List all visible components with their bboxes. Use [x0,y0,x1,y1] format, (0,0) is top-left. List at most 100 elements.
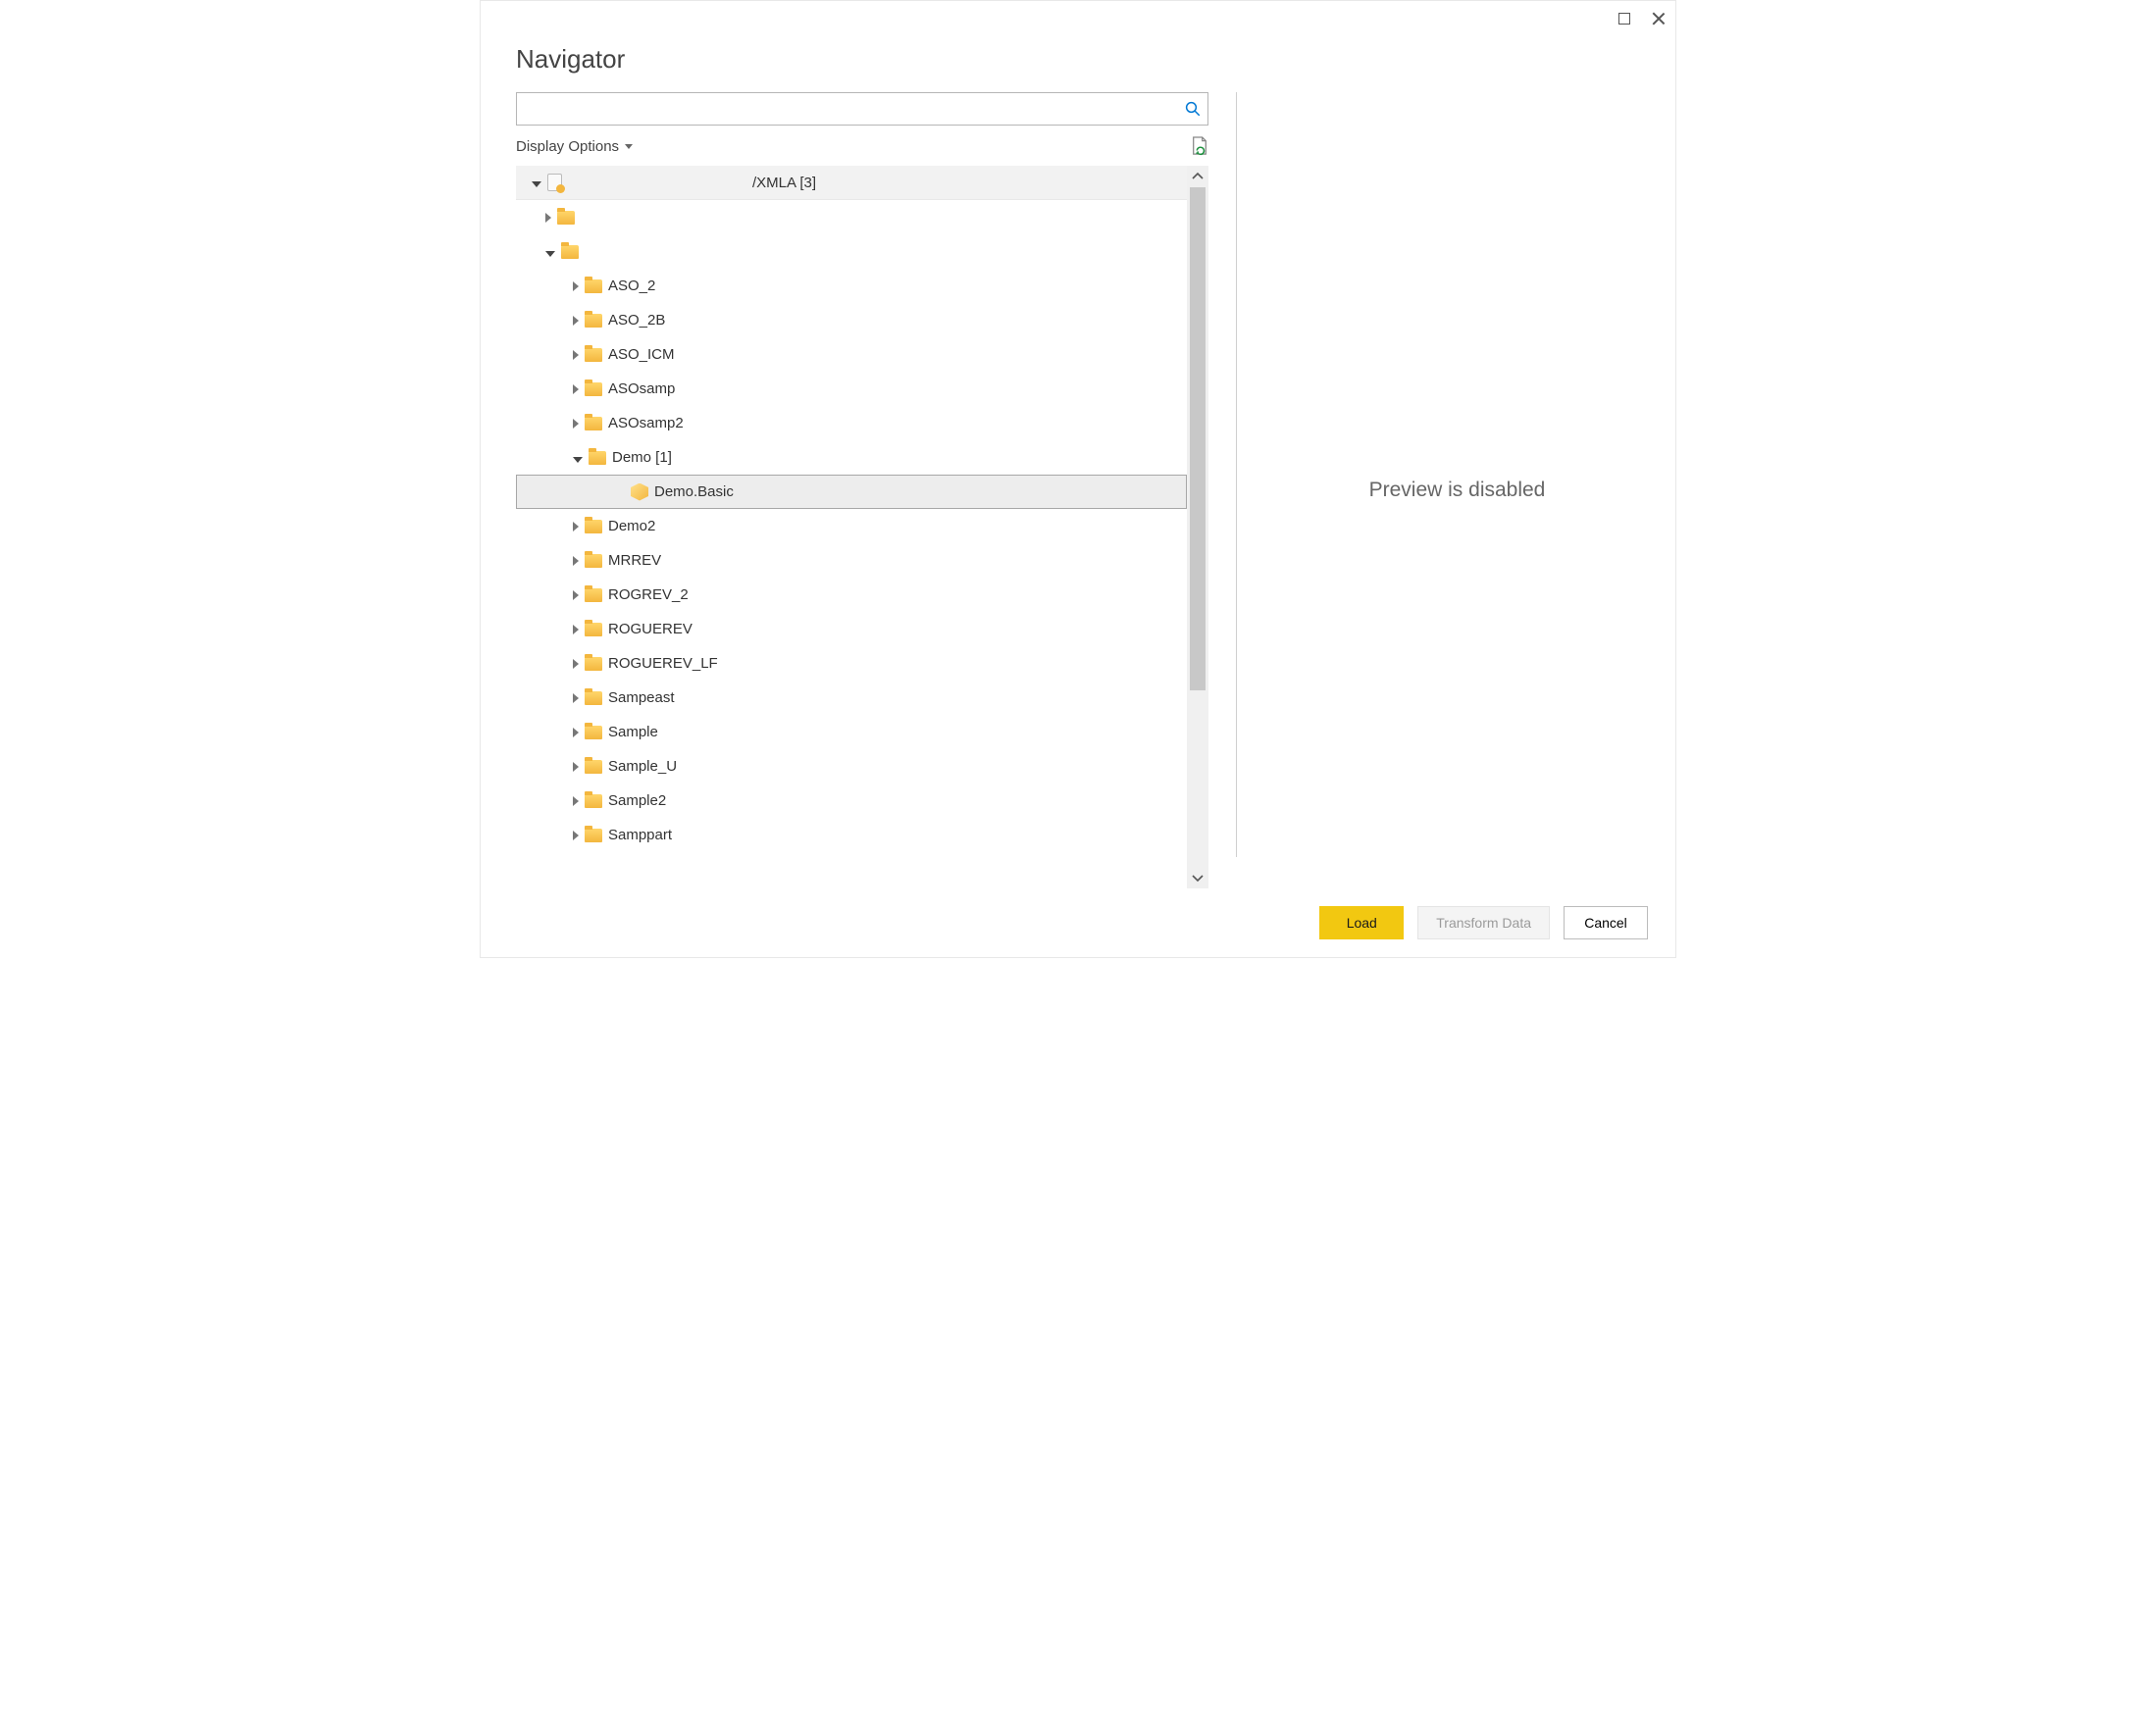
scroll-up-icon[interactable] [1187,166,1208,187]
expand-icon[interactable] [573,419,579,429]
folder-icon [585,760,602,774]
collapse-icon[interactable] [573,457,583,463]
tree-item-label: Sample [608,724,658,740]
folder-icon [585,588,602,602]
display-options-dropdown[interactable]: Display Options [516,138,633,155]
folder-icon [585,726,602,739]
folder-icon [561,245,579,259]
expand-icon[interactable] [573,590,579,600]
tree-item-label: ROGREV_2 [608,586,689,603]
tree-item-label: ROGUEREV_LF [608,655,718,672]
dialog-title: Navigator [481,36,1675,92]
tree-item-label: Sampeast [608,689,675,706]
search-input[interactable] [527,94,1184,124]
navigator-tree[interactable]: /XMLA [3] ASO_2 ASO_2B ASO_ICM ASOsamp ASOsam… [516,166,1187,888]
refresh-icon[interactable] [1191,136,1208,156]
titlebar [481,1,1675,36]
folder-icon [585,829,602,842]
tree-item[interactable]: ASOsamp [516,372,1187,406]
tree-item-label: Sample2 [608,792,666,809]
chevron-down-icon [625,144,633,149]
folder-icon [585,657,602,671]
expand-icon[interactable] [573,281,579,291]
tree-item[interactable]: Sample2 [516,784,1187,818]
tree-item[interactable]: Demo.Basic [516,475,1187,509]
scroll-track[interactable] [1187,187,1208,867]
expand-icon[interactable] [573,693,579,703]
collapse-icon[interactable] [545,251,555,257]
close-icon[interactable] [1652,12,1666,25]
folder-icon [585,279,602,293]
cancel-button[interactable]: Cancel [1564,906,1648,939]
tree-item[interactable]: Sample_U [516,749,1187,784]
display-options-label: Display Options [516,138,619,155]
tree-item-label: ROGUEREV [608,621,693,637]
tree-item[interactable]: ASO_ICM [516,337,1187,372]
expand-icon[interactable] [573,625,579,634]
expand-icon[interactable] [573,762,579,772]
tree-item[interactable]: ROGREV_2 [516,578,1187,612]
tree-item-label: Sample_U [608,758,677,775]
tree-item-label: ASO_ICM [608,346,675,363]
tree-item[interactable]: Sample [516,715,1187,749]
search-box[interactable] [516,92,1208,126]
tree-item-label: Demo [1] [612,449,672,466]
tree-item[interactable] [516,234,1187,269]
scroll-down-icon[interactable] [1187,867,1208,888]
expand-icon[interactable] [573,350,579,360]
dialog-footer: Load Transform Data Cancel [481,888,1675,957]
preview-disabled-message: Preview is disabled [1369,479,1546,502]
tree-item[interactable]: Sampeast [516,681,1187,715]
tree-item[interactable]: ROGUEREV [516,612,1187,646]
folder-icon [557,211,575,225]
tree-item-label: Samppart [608,827,672,843]
tree-item-label: MRREV [608,552,661,569]
load-button[interactable]: Load [1319,906,1404,939]
navigator-dialog: Navigator Display Options [480,0,1676,958]
navigator-left-pane: Display Options /XMLA [3] ASO_2 ASO_2B ASO_… [516,92,1208,888]
expand-icon[interactable] [573,796,579,806]
scrollbar[interactable] [1187,166,1208,888]
folder-icon [585,314,602,328]
expand-icon[interactable] [573,316,579,326]
expand-icon[interactable] [573,659,579,669]
expand-icon[interactable] [573,384,579,394]
expand-icon[interactable] [573,556,579,566]
tree-item-label: ASOsamp2 [608,415,684,431]
preview-pane: Preview is disabled [1258,92,1656,888]
tree-root[interactable]: /XMLA [3] [516,166,1187,200]
folder-icon [589,451,606,465]
tree-item[interactable] [516,200,1187,234]
expand-icon[interactable] [573,728,579,737]
tree-item[interactable]: Samppart [516,818,1187,852]
expand-icon[interactable] [573,831,579,840]
search-icon[interactable] [1184,100,1202,118]
expand-icon[interactable] [545,213,551,223]
expand-icon[interactable] [573,522,579,531]
pane-divider [1236,92,1237,857]
folder-icon [585,794,602,808]
folder-icon [585,417,602,430]
restore-icon[interactable] [1618,13,1630,25]
scroll-thumb[interactable] [1190,187,1206,690]
tree-item-label: ASO_2B [608,312,665,329]
options-row: Display Options [516,126,1208,165]
tree-item[interactable]: ASOsamp2 [516,406,1187,440]
tree-item[interactable]: ASO_2B [516,303,1187,337]
folder-icon [585,520,602,533]
collapse-icon[interactable] [532,181,541,187]
folder-icon [585,348,602,362]
tree-item[interactable]: Demo2 [516,509,1187,543]
tree-item-label: ASOsamp [608,380,675,397]
tree-item[interactable]: ASO_2 [516,269,1187,303]
cube-icon [631,483,648,501]
transform-data-button[interactable]: Transform Data [1417,906,1550,939]
folder-icon [585,623,602,636]
tree-item[interactable]: MRREV [516,543,1187,578]
tree-item-label: Demo2 [608,518,655,534]
tree-item[interactable]: ROGUEREV_LF [516,646,1187,681]
tree-item[interactable]: Demo [1] [516,440,1187,475]
tree-root-label: /XMLA [3] [752,175,816,191]
folder-icon [585,382,602,396]
folder-icon [585,691,602,705]
